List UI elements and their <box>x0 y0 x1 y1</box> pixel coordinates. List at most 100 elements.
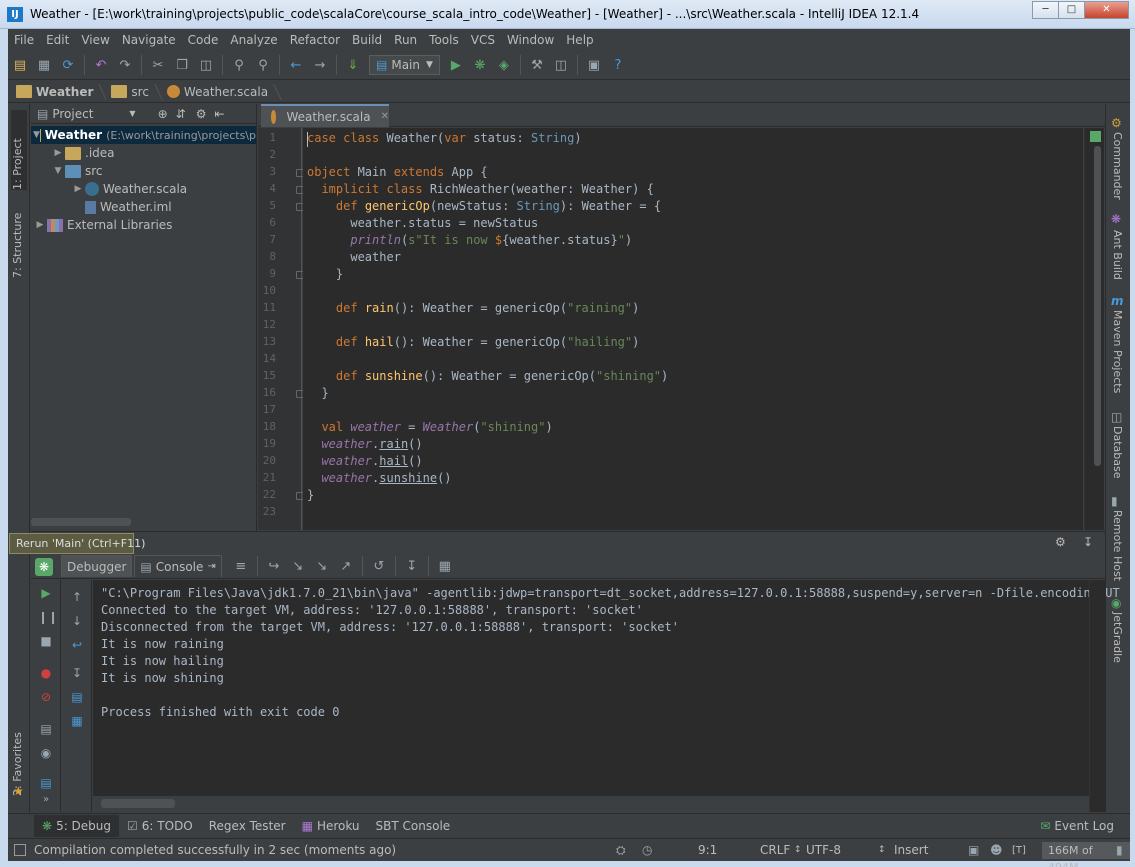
close-window-button[interactable]: ✕ <box>1084 1 1129 19</box>
tab-database[interactable]: Database <box>1111 426 1124 479</box>
menu-file[interactable]: File <box>8 30 40 50</box>
collapse-all-icon[interactable]: ⇵ <box>176 107 186 121</box>
project-hscrollbar[interactable] <box>31 518 131 526</box>
insert-mode[interactable]: Insert <box>894 843 928 857</box>
console-vscrollbar[interactable] <box>1089 580 1105 812</box>
menu-vcs[interactable]: VCS <box>465 30 501 50</box>
tab-structure[interactable]: 7: Structure <box>11 198 24 278</box>
tab-project[interactable]: 1: Project <box>11 110 27 190</box>
mute-breakpoints-icon[interactable]: ⊘ <box>38 690 54 704</box>
breadcrumb-src[interactable]: src <box>103 81 159 103</box>
menu-analyze[interactable]: Analyze <box>224 30 283 50</box>
expanded-arrow-icon[interactable]: ▼ <box>33 130 40 140</box>
scroll-to-end-icon[interactable]: ↧ <box>69 666 85 680</box>
toggle-tool-windows-icon[interactable] <box>14 844 26 856</box>
maximize-button[interactable]: □ <box>1058 1 1085 19</box>
restore-layout-icon[interactable]: ▤ <box>38 776 54 790</box>
coverage-icon[interactable]: ◈ <box>495 56 513 74</box>
minimize-button[interactable]: ─ <box>1032 1 1059 19</box>
tree-item-weather-iml[interactable]: Weather.iml <box>31 198 256 216</box>
menu-tools[interactable]: Tools <box>423 30 465 50</box>
help-icon[interactable]: ? <box>609 56 627 74</box>
down-arrow-icon[interactable]: ↓ <box>69 614 85 628</box>
gc-icon[interactable]: ▮ <box>1116 843 1123 857</box>
synchronize-icon[interactable]: ⟳ <box>59 56 77 74</box>
tree-item-src[interactable]: ▼ src <box>31 162 256 180</box>
resume-icon[interactable]: ▶ <box>38 586 54 600</box>
find-icon[interactable]: ⚲ <box>230 56 248 74</box>
menu-run[interactable]: Run <box>388 30 423 50</box>
run-configuration-selector[interactable]: ▤ Main ▼ <box>369 55 440 75</box>
tab-heroku[interactable]: ▦ Heroku <box>294 815 368 837</box>
hide-panel-icon[interactable]: ↧ <box>1083 535 1093 549</box>
replace-icon[interactable]: ⚲ <box>254 56 272 74</box>
tab-commander[interactable]: Commander <box>1111 132 1124 200</box>
save-all-icon[interactable]: ▦ <box>35 56 53 74</box>
sdk-manager-icon[interactable]: ▣ <box>585 56 603 74</box>
collapsed-arrow-icon[interactable]: ▶ <box>33 220 47 230</box>
drop-frame-icon[interactable]: ↺ <box>370 557 388 575</box>
line-separator[interactable]: CRLF <box>760 843 790 857</box>
stop-icon[interactable]: ■ <box>38 634 54 648</box>
tab-sbt-console[interactable]: SBT Console <box>368 815 459 837</box>
forward-icon[interactable]: → <box>311 56 329 74</box>
console-output[interactable]: "C:\Program Files\Java\jdk1.7.0_21\bin\j… <box>93 580 1120 795</box>
expanded-arrow-icon[interactable]: ▼ <box>51 166 65 176</box>
tab-jetgradle[interactable]: JetGradle <box>1111 612 1124 663</box>
scroll-from-source-icon[interactable]: ⊕ <box>158 107 168 121</box>
force-step-into-icon[interactable]: ↘ <box>313 557 331 575</box>
tree-item-external-libraries[interactable]: ▶ External Libraries <box>31 216 256 234</box>
step-over-icon[interactable]: ↪ <box>265 557 283 575</box>
camera-icon[interactable]: ◉ <box>38 746 54 760</box>
undo-icon[interactable]: ↶ <box>92 56 110 74</box>
editor-tab-weather-scala[interactable]: Weather.scala ✕ <box>261 104 389 127</box>
tree-item-weather-scala[interactable]: ▶ Weather.scala <box>31 180 256 198</box>
editor-scroll-thumb[interactable] <box>1094 146 1101 466</box>
up-arrow-icon[interactable]: ↑ <box>69 590 85 604</box>
tree-item-weather-module[interactable]: ▼ Weather (E:\work\training\projects\p <box>31 126 256 144</box>
terminal-icon[interactable]: [T] <box>1012 845 1026 856</box>
console-scroll-thumb[interactable] <box>101 799 175 808</box>
more-icon[interactable]: » <box>38 794 54 808</box>
inspection-profile-icon[interactable]: ◷ <box>642 843 652 857</box>
gear-icon[interactable]: ⚙ <box>196 107 207 121</box>
tab-debugger[interactable]: Debugger <box>61 555 133 577</box>
breadcrumb-file[interactable]: Weather.scala <box>159 81 278 103</box>
menu-view[interactable]: View <box>75 30 115 50</box>
close-icon[interactable]: ✕ <box>381 111 389 122</box>
project-view-selector[interactable]: Project <box>52 107 93 121</box>
menu-navigate[interactable]: Navigate <box>116 30 182 50</box>
file-encoding[interactable]: UTF-8 <box>806 843 841 857</box>
debug-icon[interactable]: ❋ <box>471 56 489 74</box>
collapsed-arrow-icon[interactable]: ▶ <box>71 184 85 194</box>
tab-debug[interactable]: ❋ 5: Debug <box>34 814 120 837</box>
step-into-icon[interactable]: ↘ <box>289 557 307 575</box>
tab-regex-tester[interactable]: Regex Tester <box>201 815 294 837</box>
cut-icon[interactable]: ✂ <box>149 56 167 74</box>
pause-icon[interactable]: ❙❙ <box>38 610 58 624</box>
run-icon[interactable]: ▶ <box>447 56 465 74</box>
tree-item-idea[interactable]: ▶ .idea <box>31 144 256 162</box>
redo-icon[interactable]: ↷ <box>116 56 134 74</box>
chevron-down-icon[interactable]: ▼ <box>129 109 135 118</box>
tab-event-log[interactable]: ✉ Event Log <box>1032 815 1122 837</box>
clear-all-icon[interactable]: ▦ <box>69 714 85 728</box>
menu-edit[interactable]: Edit <box>40 30 75 50</box>
run-to-cursor-icon[interactable]: ↧ <box>403 557 421 575</box>
tab-todo[interactable]: ☑ 6: TODO <box>119 815 201 837</box>
rerun-debug-button[interactable]: ❋ <box>35 558 53 576</box>
code-editor[interactable]: case class Weather(var status: String) ob… <box>303 128 1083 530</box>
print-icon[interactable]: ▤ <box>69 690 85 704</box>
view-breakpoints-icon[interactable]: ● <box>38 666 54 680</box>
tab-ant-build[interactable]: Ant Build <box>1111 230 1124 280</box>
project-structure-icon[interactable]: ◫ <box>552 56 570 74</box>
get-thread-dump-icon[interactable]: ▤ <box>38 722 54 736</box>
collapsed-arrow-icon[interactable]: ▶ <box>51 148 65 158</box>
step-out-icon[interactable]: ↗ <box>337 557 355 575</box>
menu-window[interactable]: Window <box>501 30 560 50</box>
open-folder-icon[interactable]: ▤ <box>11 56 29 74</box>
console-hscrollbar[interactable] <box>93 795 1089 812</box>
gear-icon[interactable]: ⚙ <box>1055 535 1066 549</box>
tab-remote-host[interactable]: Remote Host <box>1111 510 1124 581</box>
back-icon[interactable]: ← <box>287 56 305 74</box>
